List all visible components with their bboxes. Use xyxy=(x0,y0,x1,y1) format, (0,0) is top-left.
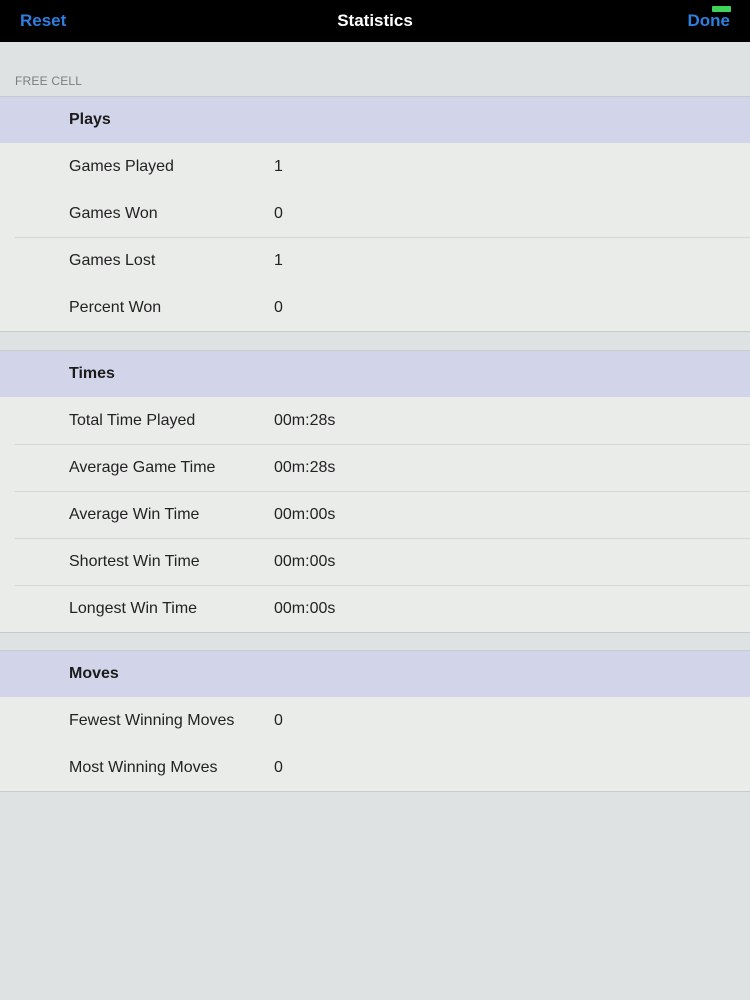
page-title: Statistics xyxy=(337,11,413,30)
row-value: 0 xyxy=(274,759,283,776)
moves-group: Moves Fewest Winning Moves 0 Most Winnin… xyxy=(0,650,750,792)
row-label: Most Winning Moves xyxy=(69,759,218,776)
group-header-plays: Plays xyxy=(0,97,750,143)
row-value: 0 xyxy=(274,299,283,316)
row-label: Games Played xyxy=(69,158,174,175)
table-row: Games Played 1 xyxy=(15,143,750,190)
row-value: 00m:00s xyxy=(274,600,336,617)
row-label: Games Won xyxy=(69,205,158,222)
times-group: Times Total Time Played 00m:28s Average … xyxy=(0,350,750,633)
row-label: Total Time Played xyxy=(69,412,196,429)
plays-group: Plays Games Played 1 Games Won 0 Games L… xyxy=(0,96,750,332)
table-row: Percent Won 0 xyxy=(15,284,750,331)
table-row: Most Winning Moves 0 xyxy=(15,744,750,791)
row-label: Games Lost xyxy=(69,252,156,269)
table-row: Games Won 0 xyxy=(15,190,750,237)
table-row: Fewest Winning Moves 0 xyxy=(15,697,750,744)
row-value: 00m:28s xyxy=(274,412,336,429)
done-button[interactable]: Done xyxy=(688,0,731,42)
row-value: 00m:00s xyxy=(274,553,336,570)
row-value: 0 xyxy=(274,712,283,729)
group-header-moves: Moves xyxy=(0,651,750,697)
table-row: Average Win Time 00m:00s xyxy=(15,491,750,538)
table-row: Shortest Win Time 00m:00s xyxy=(15,538,750,585)
row-label: Longest Win Time xyxy=(69,600,198,617)
section-caption: FREE CELL xyxy=(15,74,83,88)
row-label: Average Game Time xyxy=(69,459,216,476)
group-header-times: Times xyxy=(0,351,750,397)
table-row: Longest Win Time 00m:00s xyxy=(15,585,750,632)
table-row: Games Lost 1 xyxy=(15,237,750,284)
navigation-bar: Reset Statistics Done xyxy=(0,0,750,42)
row-value: 1 xyxy=(274,252,283,269)
row-value: 00m:00s xyxy=(274,506,336,523)
row-label: Average Win Time xyxy=(69,506,200,523)
row-value: 1 xyxy=(274,158,283,175)
row-label: Fewest Winning Moves xyxy=(69,712,235,729)
row-value: 0 xyxy=(274,205,283,222)
table-row: Total Time Played 00m:28s xyxy=(15,397,750,444)
table-row: Average Game Time 00m:28s xyxy=(15,444,750,491)
row-label: Shortest Win Time xyxy=(69,553,200,570)
row-value: 00m:28s xyxy=(274,459,336,476)
row-label: Percent Won xyxy=(69,299,162,316)
